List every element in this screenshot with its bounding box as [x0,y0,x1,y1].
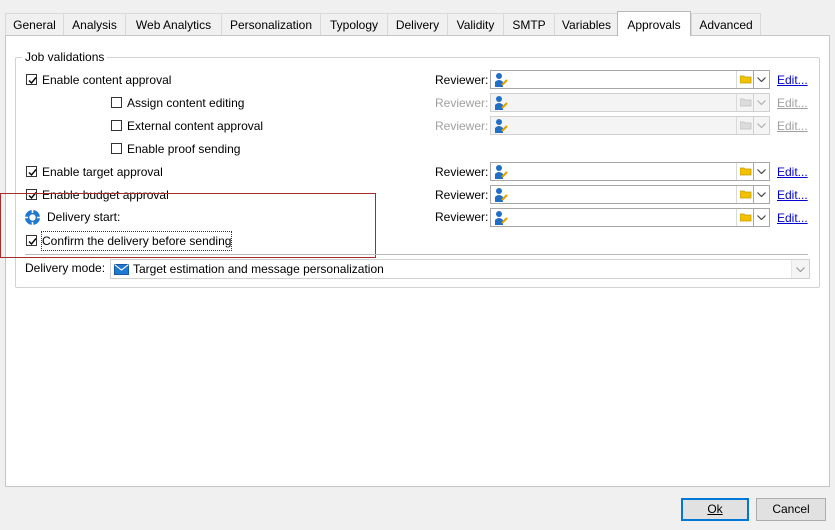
check-icon [28,77,37,85]
delivery-mode-value: Target estimation and message personaliz… [133,262,384,276]
reviewer-dropdown[interactable] [753,209,769,226]
field-separator [736,117,737,134]
tab-delivery[interactable]: Delivery [387,13,447,35]
checkbox-content-approval[interactable] [26,74,37,85]
reviewer-field-delivery-start[interactable] [490,208,770,227]
ok-button-label: Ok [707,502,723,516]
tab-approvals[interactable]: Approvals [617,11,691,36]
field-separator [736,186,737,203]
field-separator [736,163,737,180]
field-separator [736,209,737,226]
cancel-button[interactable]: Cancel [756,498,826,521]
label-assign-content-editing: Assign content editing [127,96,245,110]
tab-typology[interactable]: Typology [320,13,387,35]
tab-general[interactable]: General [5,13,63,35]
folder-icon [740,121,752,130]
chevron-down-icon [757,77,766,82]
label-proof-sending: Enable proof sending [127,142,241,156]
label-target-approval: Enable target approval [42,165,163,179]
folder-icon[interactable] [740,189,752,199]
tab-bar: General Analysis Web Analytics Personali… [5,11,830,36]
reviewer-dropdown[interactable] [753,71,769,88]
reviewer-dropdown[interactable] [753,186,769,203]
reviewer-field-external-content-approval [490,116,770,135]
reviewer-field-content-approval[interactable] [490,70,770,89]
reviewer-label: Reviewer: [435,165,489,179]
folder-icon[interactable] [740,212,752,222]
chevron-down-icon [796,267,805,272]
folder-icon [740,98,752,107]
edit-link-external-content-approval: Edit... [777,119,808,133]
label-content-approval: Enable content approval [42,73,172,87]
group-title: Job validations [22,50,108,64]
checkbox-proof-sending[interactable] [111,143,122,154]
check-icon [28,169,37,177]
tab-analysis[interactable]: Analysis [63,13,125,35]
person-icon [495,211,508,225]
person-icon [495,165,508,179]
reviewer-field-assign-content-editing [490,93,770,112]
chevron-down-icon [757,123,766,128]
reviewer-label: Reviewer: [435,210,489,224]
ok-button[interactable]: Ok [681,498,749,521]
reviewer-label: Reviewer: [435,73,489,87]
chevron-down-icon [757,192,766,197]
folder-icon[interactable] [740,74,752,84]
person-icon [495,73,508,87]
separator [25,254,808,255]
person-icon [495,119,508,133]
reviewer-dropdown[interactable] [753,163,769,180]
chevron-down-icon [757,100,766,105]
folder-icon[interactable] [740,166,752,176]
delivery-mode-dropdown[interactable] [791,260,809,278]
delivery-mode-select[interactable]: Target estimation and message personaliz… [110,259,810,279]
checkbox-external-content-approval[interactable] [111,120,122,131]
reviewer-label: Reviewer: [435,188,489,202]
envelope-icon [114,264,129,275]
reviewer-label: Reviewer: [435,119,489,133]
edit-link-target-approval[interactable]: Edit... [777,163,808,181]
field-separator [736,94,737,111]
checkbox-assign-content-editing[interactable] [111,97,122,108]
person-icon [495,188,508,202]
delivery-mode-label: Delivery mode: [25,261,106,275]
highlight-box [0,193,376,258]
edit-link-content-approval[interactable]: Edit... [777,71,808,89]
tab-smtp[interactable]: SMTP [503,13,554,35]
edit-link-assign-content-editing: Edit... [777,96,808,110]
tab-personalization[interactable]: Personalization [221,13,320,35]
chevron-down-icon [757,215,766,220]
tab-variables[interactable]: Variables [554,13,618,35]
label-external-content-approval: External content approval [127,119,264,133]
tab-advanced[interactable]: Advanced [691,13,761,35]
tab-web-analytics[interactable]: Web Analytics [125,13,221,35]
edit-link-budget-approval[interactable]: Edit... [777,186,808,204]
reviewer-dropdown [753,117,769,134]
checkbox-target-approval[interactable] [26,166,37,177]
chevron-down-icon [757,169,766,174]
reviewer-field-budget-approval[interactable] [490,185,770,204]
edit-link-delivery-start[interactable]: Edit... [777,209,808,227]
tab-validity[interactable]: Validity [447,13,503,35]
reviewer-label: Reviewer: [435,96,489,110]
reviewer-field-target-approval[interactable] [490,162,770,181]
field-separator [736,71,737,88]
person-icon [495,96,508,110]
reviewer-dropdown [753,94,769,111]
